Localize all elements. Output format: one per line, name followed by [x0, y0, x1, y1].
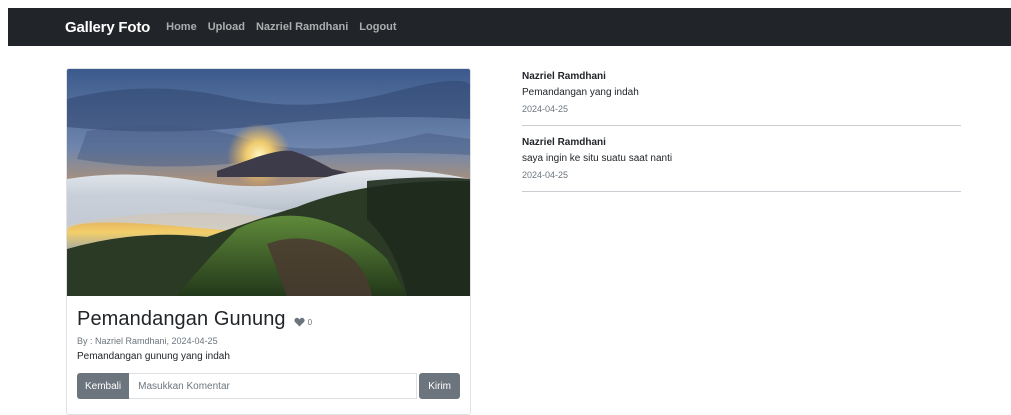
comment-author: Nazriel Ramdhani [522, 71, 606, 82]
nav-link-logout[interactable]: Logout [359, 21, 396, 33]
navbar-brand[interactable]: Gallery Foto [65, 19, 150, 36]
comment-text: Pemandangan yang indah [522, 87, 639, 98]
like-count: 0 [307, 317, 313, 327]
photo-card-body: Pemandangan Gunung 0 By : Nazriel Ramdha… [67, 296, 470, 399]
comment-author: Nazriel Ramdhani [522, 137, 606, 148]
heart-icon[interactable] [294, 317, 305, 327]
photo-title: Pemandangan Gunung [77, 308, 286, 330]
photo-image [67, 69, 470, 296]
comment-item: Nazriel Ramdhani Pemandangan yang indah … [522, 71, 961, 126]
nav-link-profile[interactable]: Nazriel Ramdhani [256, 21, 348, 33]
top-navbar: Gallery Foto Home Upload Nazriel Ramdhan… [8, 8, 1011, 46]
back-button[interactable]: Kembali [77, 373, 130, 399]
comment-form: Kembali Kirim [77, 373, 460, 399]
photo-card: Pemandangan Gunung 0 By : Nazriel Ramdha… [66, 68, 471, 415]
photo-description: Pemandangan gunung yang indah [77, 351, 230, 362]
comment-date: 2024-04-25 [522, 104, 569, 114]
comment-list: Nazriel Ramdhani Pemandangan yang indah … [522, 68, 961, 203]
comment-item: Nazriel Ramdhani saya ingin ke situ suat… [522, 137, 961, 192]
photo-byline: By : Nazriel Ramdhani, 2024-04-25 [77, 336, 218, 346]
title-row: Pemandangan Gunung 0 [77, 308, 460, 331]
comment-input[interactable] [129, 373, 418, 399]
nav-link-home[interactable]: Home [166, 21, 197, 33]
comment-text: saya ingin ke situ suatu saat nanti [522, 153, 673, 164]
comment-date: 2024-04-25 [522, 170, 569, 180]
send-comment-button[interactable]: Kirim [419, 373, 460, 399]
nav-link-upload[interactable]: Upload [208, 21, 245, 33]
